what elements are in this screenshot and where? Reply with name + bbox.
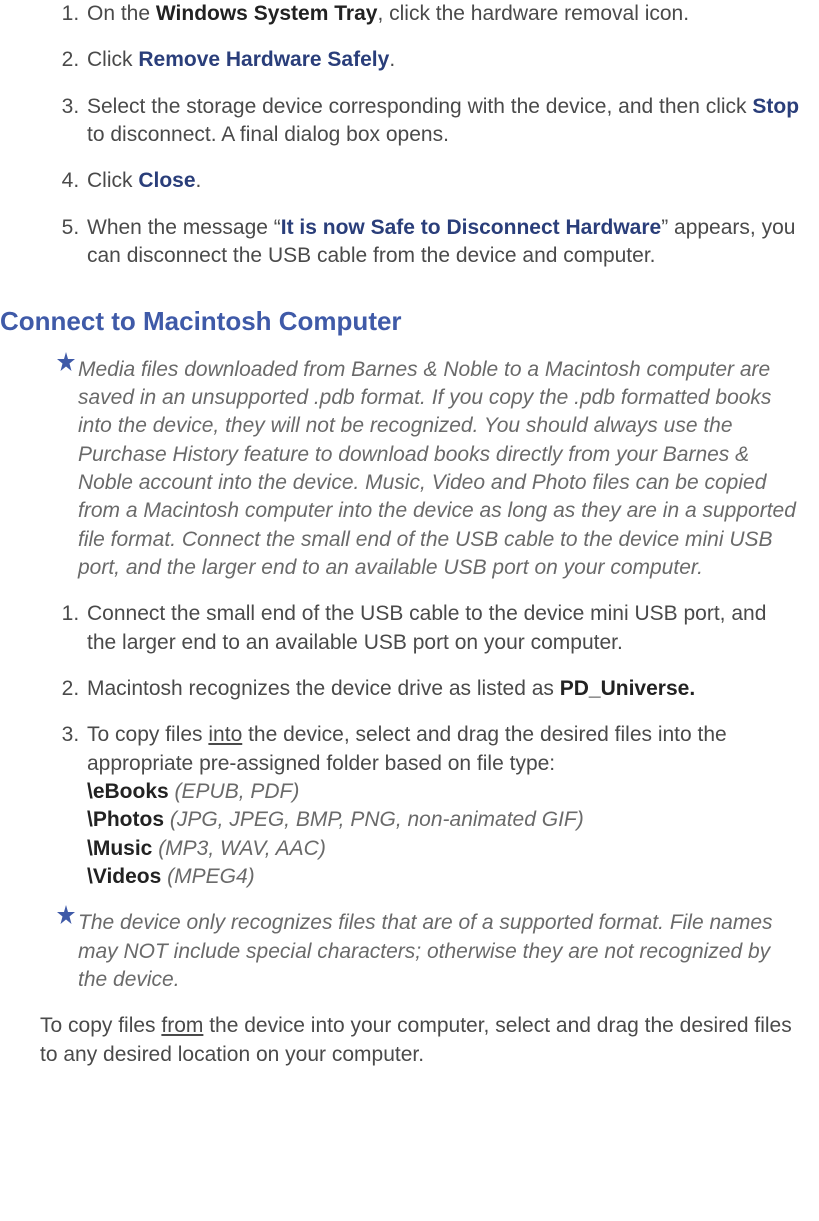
text: Macintosh recognizes the device drive as… xyxy=(87,677,560,700)
stop-term: Stop xyxy=(752,95,799,118)
note-text: The device only recognizes files that ar… xyxy=(78,911,773,991)
text: Click xyxy=(87,169,138,192)
close-term: Close xyxy=(138,169,195,192)
note-mac-pdb: Media files downloaded from Barnes & Nob… xyxy=(78,356,801,583)
mac-step-1: Connect the small end of the USB cable t… xyxy=(85,600,801,657)
windows-disconnect-steps: On the Windows System Tray, click the ha… xyxy=(0,0,801,270)
step-5: When the message “It is now Safe to Disc… xyxy=(85,214,801,271)
from-underline: from xyxy=(161,1014,203,1037)
section-heading-connect-mac: Connect to Macintosh Computer xyxy=(0,304,801,339)
folder-photos: \Photos (JPG, JPEG, BMP, PNG, non-animat… xyxy=(87,806,801,834)
star-icon xyxy=(54,903,78,927)
step-2: Click Remove Hardware Safely. xyxy=(85,46,801,74)
note-supported-format: The device only recognizes files that ar… xyxy=(78,909,801,994)
copy-from-device-paragraph: To copy files from the device into your … xyxy=(40,1012,801,1069)
folder-music: \Music (MP3, WAV, AAC) xyxy=(87,835,801,863)
note-text: Media files downloaded from Barnes & Nob… xyxy=(78,358,796,579)
text: To copy files xyxy=(40,1014,161,1037)
text: to disconnect. A final dialog box opens. xyxy=(87,123,449,146)
folder-list: \eBooks (EPUB, PDF) \Photos (JPG, JPEG, … xyxy=(87,778,801,891)
star-icon xyxy=(54,350,78,374)
text: , click the hardware removal icon. xyxy=(377,2,689,25)
pd-universe-label: PD_Universe. xyxy=(560,677,695,700)
folder-videos: \Videos (MPEG4) xyxy=(87,863,801,891)
text: Select the storage device corresponding … xyxy=(87,95,752,118)
text: To copy files xyxy=(87,723,208,746)
step-3: Select the storage device corresponding … xyxy=(85,93,801,150)
text: Click xyxy=(87,48,138,71)
mac-step-2: Macintosh recognizes the device drive as… xyxy=(85,675,801,703)
safe-disconnect-term: It is now Safe to Disconnect Hardware xyxy=(281,216,661,239)
text: On the xyxy=(87,2,156,25)
text: . xyxy=(196,169,202,192)
step-4: Click Close. xyxy=(85,167,801,195)
text: . xyxy=(389,48,395,71)
remove-hardware-safely-term: Remove Hardware Safely xyxy=(138,48,389,71)
mac-step-3: To copy files into the device, select an… xyxy=(85,721,801,891)
windows-system-tray-label: Windows System Tray xyxy=(156,2,378,25)
text: When the message “ xyxy=(87,216,281,239)
mac-connect-steps: Connect the small end of the USB cable t… xyxy=(0,600,801,891)
folder-ebooks: \eBooks (EPUB, PDF) xyxy=(87,778,801,806)
into-underline: into xyxy=(208,723,242,746)
step-1: On the Windows System Tray, click the ha… xyxy=(85,0,801,28)
